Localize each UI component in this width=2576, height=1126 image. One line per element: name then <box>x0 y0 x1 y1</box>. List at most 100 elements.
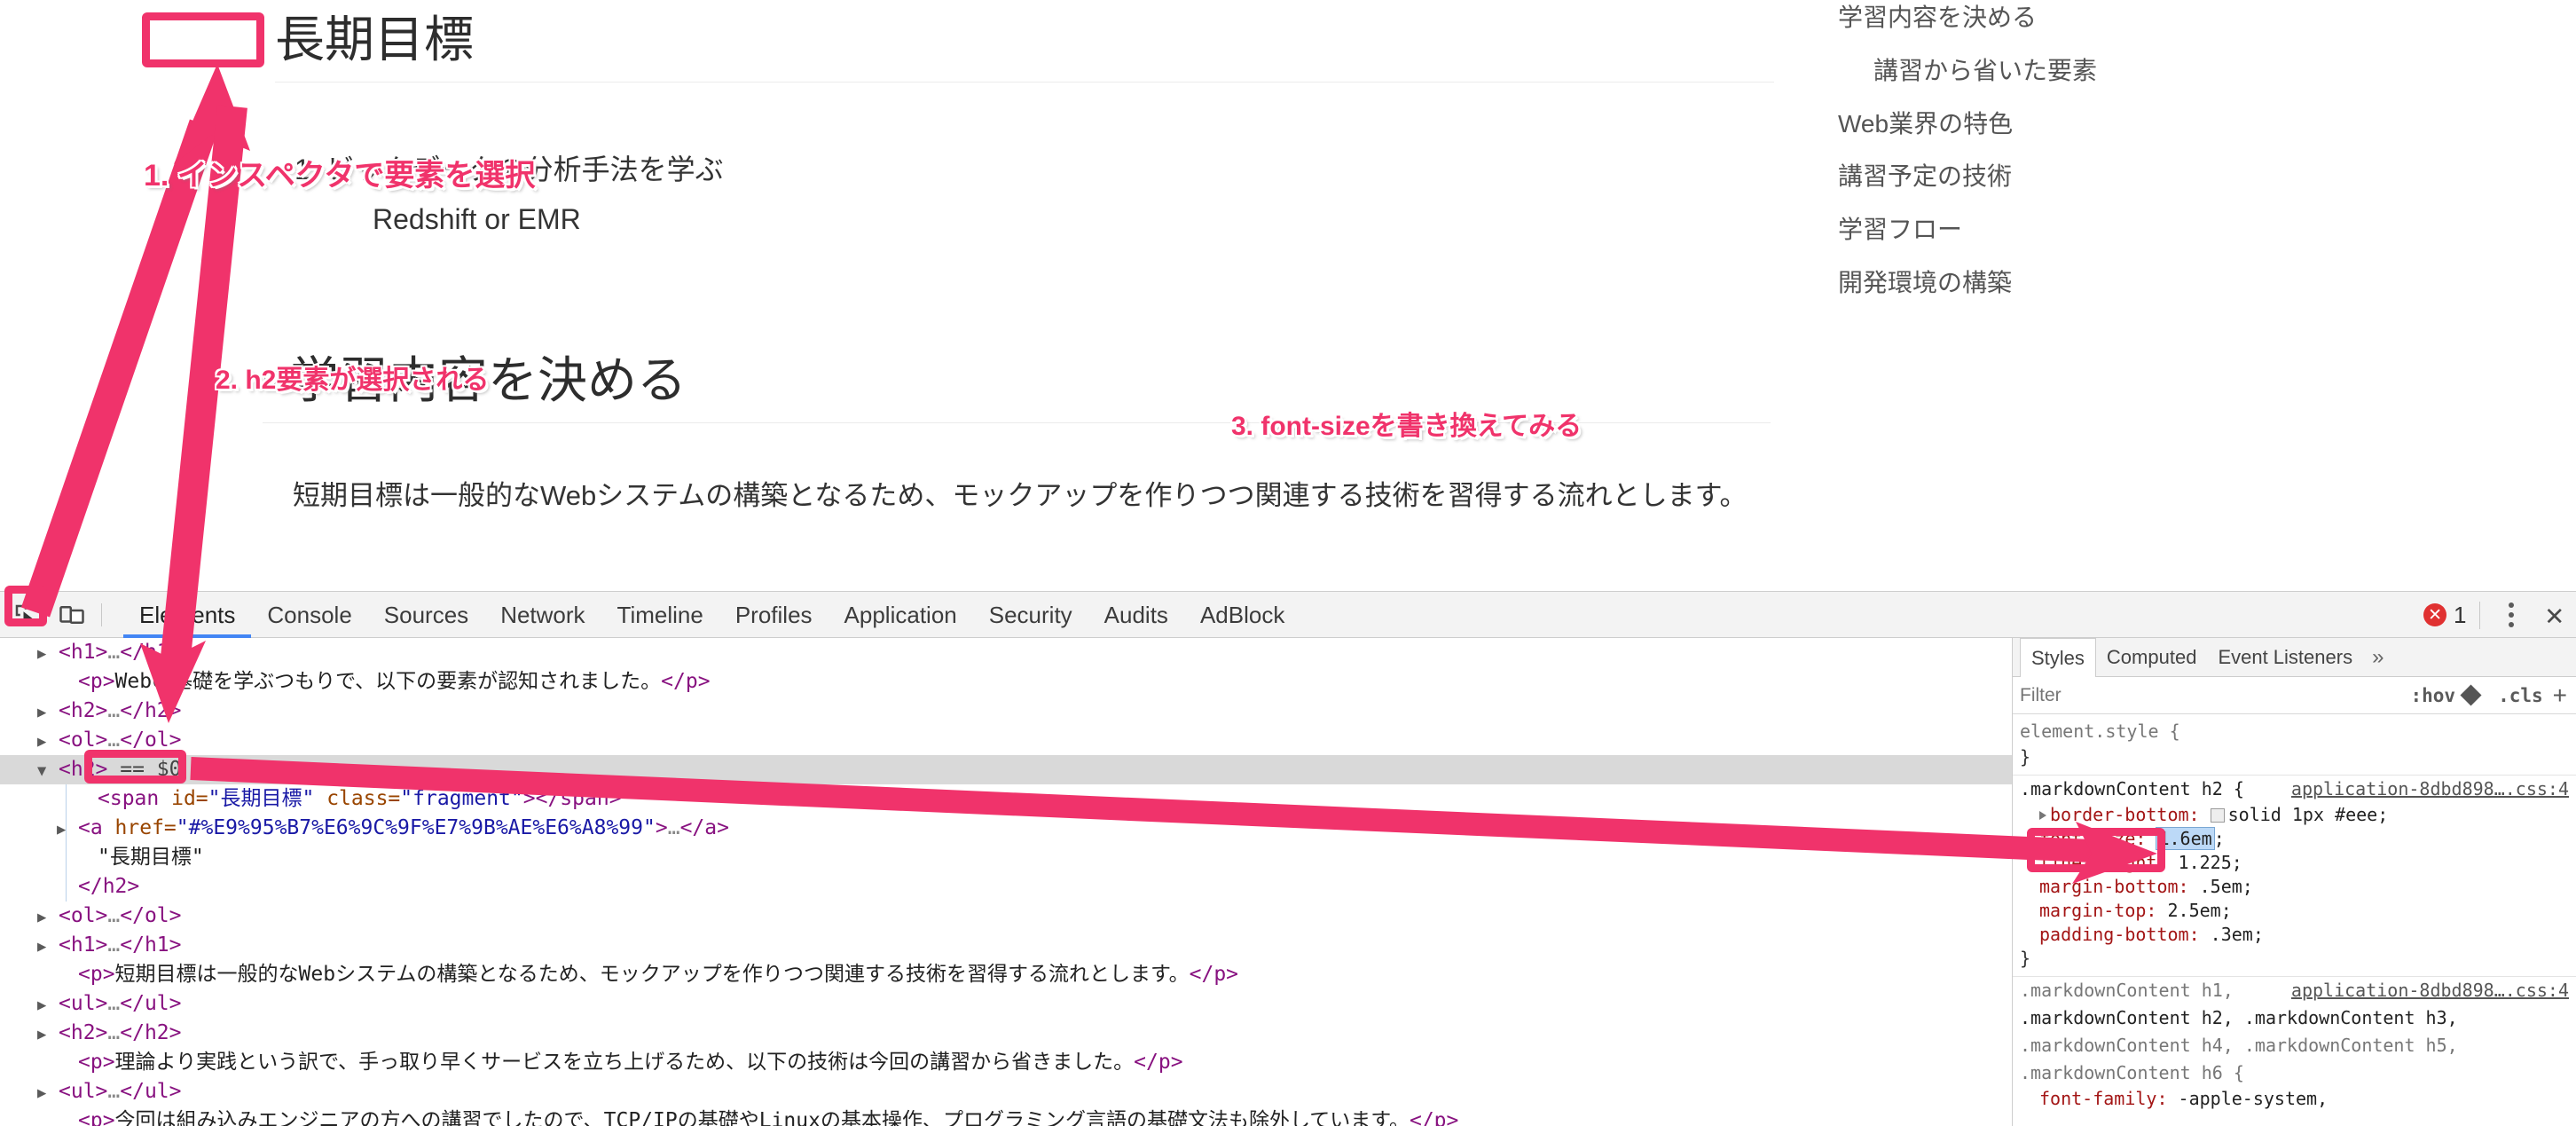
css-property-value: 2.5em; <box>2167 900 2232 921</box>
css-property-name: font-size: <box>2039 828 2147 849</box>
kebab-menu-icon[interactable] <box>2496 602 2526 627</box>
dom-row[interactable]: <p>Webの基礎を学ぶつもりで、以下の要素が認知されました。</p> <box>0 667 2012 697</box>
css-declaration[interactable]: border-bottom: solid 1px #eee; <box>2013 803 2576 827</box>
devtools-tab-profiles[interactable]: Profiles <box>719 592 829 638</box>
css-declaration[interactable]: margin-bottom: .5em; <box>2013 875 2576 899</box>
styles-filter-input[interactable] <box>2018 683 2405 707</box>
disclosure-triangle-icon[interactable]: ▶ <box>37 640 59 669</box>
dom-row[interactable]: ▶ <h1>…</h1> <box>0 638 2012 667</box>
page-heading-long-term-goal: 長期目標 <box>275 12 1774 83</box>
css-property-name: border-bottom: <box>2050 804 2200 825</box>
selector-text: .markdownContent h2 { <box>2020 778 2244 799</box>
dom-row[interactable]: ▶ <h2>…</h2> <box>0 1019 2012 1048</box>
class-toggle-button[interactable]: .cls <box>2492 685 2549 706</box>
toc-item-0[interactable]: 学習内容を決める <box>1838 0 2281 44</box>
dom-row[interactable]: <span id="長期目標" class="fragment"></span> <box>0 784 2012 814</box>
css-rule-close-brace: } <box>2020 746 2031 768</box>
css-property-name: margin-bottom: <box>2039 876 2189 897</box>
devtools-tab-security[interactable]: Security <box>973 592 1088 638</box>
disclosure-triangle-icon[interactable]: ▶ <box>37 1079 59 1108</box>
toc-item-3[interactable]: 講習予定の技術 <box>1838 150 2281 203</box>
disclosure-triangle-icon[interactable]: ▶ <box>37 698 59 728</box>
css-property-value: .3em; <box>2210 924 2264 945</box>
devtools-tab-elements[interactable]: Elements <box>123 592 251 638</box>
dom-row[interactable]: ▶ <ol>…</ol> <box>0 726 2012 755</box>
dom-tree-panel[interactable]: ▶ <h1>…</h1> <p>Webの基礎を学ぶつもりで、以下の要素が認知されまし… <box>0 638 2012 1126</box>
dom-tree[interactable]: ▶ <h1>…</h1> <p>Webの基礎を学ぶつもりで、以下の要素が認知されまし… <box>0 638 2012 1126</box>
styles-tab-event-listeners[interactable]: Event Listeners <box>2207 642 2363 673</box>
device-toolbar-icon[interactable] <box>51 597 92 633</box>
dom-row[interactable]: </h2> <box>0 872 2012 902</box>
css-property-name: line-height: <box>2039 852 2168 873</box>
page-paragraph-short-goal: 短期目標は一般的なWebシステムの構築となるため、モックアップを作りつつ関連する… <box>293 480 1747 511</box>
styles-more-tabs-icon[interactable]: » <box>2363 645 2392 670</box>
dom-row[interactable]: "長期目標" <box>0 843 2012 872</box>
toc-item-4[interactable]: 学習フロー <box>1838 203 2281 256</box>
stylesheet-source-link[interactable]: application-8dbd898….css:4 <box>2291 777 2569 801</box>
stylesheet-source-link[interactable]: application-8dbd898….css:4 <box>2291 979 2569 1003</box>
css-rule-selector[interactable]: element.style { <box>2013 718 2576 745</box>
error-count-badge[interactable]: ✕ 1 <box>2423 601 2480 629</box>
hover-state-button[interactable]: :hov <box>2404 685 2462 706</box>
css-declaration[interactable]: padding-bottom: .3em; <box>2013 923 2576 947</box>
styles-tab-computed[interactable]: Computed <box>2096 642 2208 673</box>
dom-row[interactable]: <p>理論より実践という訳で、手っ取り早くサービスを立ち上げるため、以下の技術は… <box>0 1048 2012 1077</box>
devtools-tab-application[interactable]: Application <box>829 592 973 638</box>
css-property-value: -apple-system, <box>2178 1088 2329 1109</box>
devtools-tab-bar: Elements Console Sources Network Timeline Pro… <box>123 592 1300 638</box>
inspect-element-icon[interactable] <box>5 597 46 633</box>
dom-indent-guide <box>66 784 67 902</box>
disclosure-triangle-icon[interactable]: ▶ <box>37 728 59 757</box>
css-rule-selector-cont: .markdownContent h6 { <box>2020 1062 2244 1083</box>
styles-filter-bar: :hov .cls + <box>2013 677 2576 714</box>
css-property-value: solid 1px #eee; <box>2227 804 2389 825</box>
devtools-tab-console[interactable]: Console <box>251 592 367 638</box>
new-style-rule-button[interactable]: + <box>2549 682 2571 708</box>
disclosure-triangle-icon[interactable]: ▶ <box>37 933 59 962</box>
styles-tab-styles[interactable]: Styles <box>2020 638 2096 677</box>
styles-panel: StylesComputedEvent Listeners» :hov .cls… <box>2012 638 2576 1126</box>
devtools-tab-timeline[interactable]: Timeline <box>601 592 719 638</box>
styles-rules-list[interactable]: element.style {} .markdownContent h2 { app… <box>2013 714 2576 1111</box>
toc-item-5[interactable]: 開発環境の構築 <box>1838 256 2281 310</box>
css-rule-selector-cont: .markdownContent h4, .markdownContent h5… <box>2020 1035 2458 1056</box>
disclosure-triangle-icon[interactable]: ▶ <box>37 991 59 1020</box>
css-declaration[interactable]: margin-top: 2.5em; <box>2013 899 2576 923</box>
error-icon: ✕ <box>2423 603 2447 626</box>
browser-page-viewport: 長期目標 1. ビックデータの分析手法を学ぶ Redshift or EMR ☌… <box>0 0 2576 591</box>
devtools-toolbar: Elements Console Sources Network Timeline Pro… <box>0 592 2576 638</box>
ordered-list-item-1: 1. ビックデータの分析手法を学ぶ <box>295 154 724 185</box>
disclosure-triangle-icon[interactable]: ▶ <box>37 903 59 933</box>
color-scheme-icon[interactable] <box>2460 683 2492 706</box>
dom-row[interactable]: ▶ <ul>…</ul> <box>0 1077 2012 1106</box>
css-value-editor: 1.6em <box>2156 827 2215 850</box>
disclosure-triangle-icon[interactable]: ▼ <box>37 757 59 786</box>
devtools-body: ▶ <h1>…</h1> <p>Webの基礎を学ぶつもりで、以下の要素が認知されまし… <box>0 638 2576 1126</box>
devtools-tab-network[interactable]: Network <box>484 592 601 638</box>
css-declaration[interactable]: font-size: 1.6em; <box>2013 827 2576 851</box>
dom-row[interactable]: <p>短期目標は一般的なWebシステムの構築となるため、モックアップを作りつつ関… <box>0 960 2012 989</box>
dom-row[interactable]: ▶ <a href="#%E9%95%B7%E6%9C%9F%E7%9B%AE%E… <box>0 814 2012 843</box>
toc-item-1[interactable]: 講習から省いた要素 <box>1838 44 2281 98</box>
selector-text: element.style { <box>2020 720 2180 742</box>
dom-row-selected[interactable]: ▼ <h2> == $0 <box>0 755 2012 784</box>
disclosure-triangle-icon[interactable]: ▶ <box>37 1020 59 1050</box>
devtools-tab-audits[interactable]: Audits <box>1088 592 1184 638</box>
disclosure-triangle-icon[interactable]: ▶ <box>57 815 78 845</box>
css-declaration[interactable]: font-family: -apple-system, <box>2013 1087 2576 1111</box>
css-declaration[interactable]: line-height: 1.225; <box>2013 851 2576 875</box>
page-heading-long-term-goal-text: 長期目標 <box>275 12 474 67</box>
close-icon[interactable]: ✕ <box>2546 600 2564 630</box>
css-rule-selector[interactable]: .markdownContent h2 { application-8dbd898… <box>2013 776 2576 803</box>
anchor-link-icon[interactable]: ☌ <box>263 366 289 392</box>
dom-row[interactable]: ▶ <h1>…</h1> <box>0 931 2012 960</box>
toc-item-2[interactable]: Web業界の特色 <box>1838 98 2281 151</box>
page-heading-decide-learning-text: 学習内容を決める <box>289 352 687 408</box>
devtools-tab-sources[interactable]: Sources <box>368 592 484 638</box>
dom-row[interactable]: <p>今回は組み込みエンジニアの方への講習でしたので、TCP/IPの基礎やLin… <box>0 1106 2012 1126</box>
css-rule-selector[interactable]: .markdownContent h1, application-8dbd898…… <box>2013 977 2576 1004</box>
dom-row[interactable]: ▶ <ol>…</ol> <box>0 902 2012 931</box>
devtools-tab-adblock[interactable]: AdBlock <box>1184 592 1300 638</box>
dom-row[interactable]: ▶ <ul>…</ul> <box>0 989 2012 1019</box>
dom-row[interactable]: ▶ <h2>…</h2> <box>0 697 2012 726</box>
